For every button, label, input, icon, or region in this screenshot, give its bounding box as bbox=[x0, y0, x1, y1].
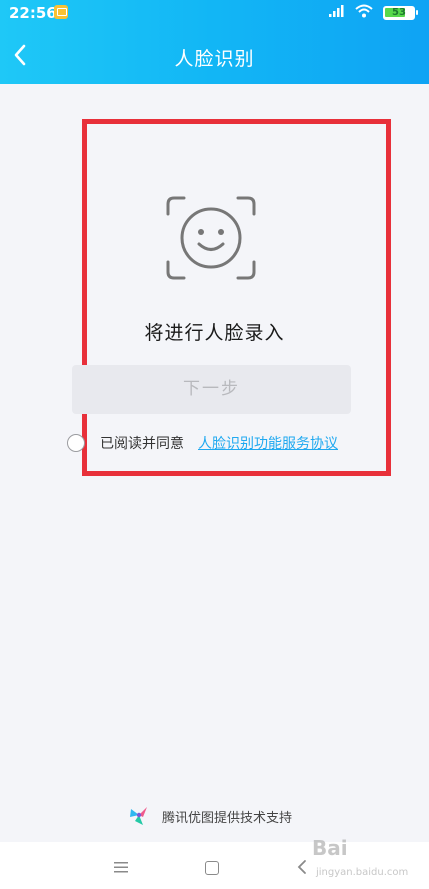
youtu-logo-icon bbox=[130, 807, 147, 825]
wifi-icon bbox=[355, 4, 373, 18]
agreement-radio[interactable] bbox=[67, 434, 85, 452]
menu-icon[interactable] bbox=[113, 860, 129, 874]
notification-app-icon bbox=[54, 5, 68, 19]
prompt-text: 将进行人脸录入 bbox=[144, 322, 285, 344]
agreement-text: 已阅读并同意 bbox=[100, 436, 184, 452]
back-icon[interactable] bbox=[296, 859, 308, 875]
status-time: 22:56 bbox=[9, 4, 57, 22]
highlight-annotation-frame bbox=[82, 119, 391, 476]
page-title: 人脸识别 bbox=[174, 48, 255, 70]
brand-text: 腾讯优图提供技术支持 bbox=[162, 811, 293, 826]
watermark: Bai jingyan.baidu.com bbox=[312, 836, 422, 886]
status-bar: 22:56 53 bbox=[0, 0, 429, 26]
app-header: 22:56 53 人脸识别 bbox=[0, 0, 429, 84]
agreement-row: 已阅读并同意 人脸识别功能服务协议 bbox=[67, 432, 397, 454]
next-step-button[interactable]: 下一步 bbox=[72, 365, 351, 414]
battery-level: 53 bbox=[392, 7, 406, 18]
watermark-text: Bai bbox=[312, 836, 348, 860]
agreement-link[interactable]: 人脸识别功能服务协议 bbox=[198, 433, 338, 453]
signal-icon bbox=[329, 5, 344, 17]
watermark-subtext: jingyan.baidu.com bbox=[316, 867, 409, 878]
battery-icon: 53 bbox=[383, 6, 418, 20]
footer-brand: 腾讯优图提供技术支持 bbox=[0, 803, 429, 827]
home-icon[interactable] bbox=[205, 861, 219, 875]
face-scan-icon bbox=[166, 196, 256, 280]
